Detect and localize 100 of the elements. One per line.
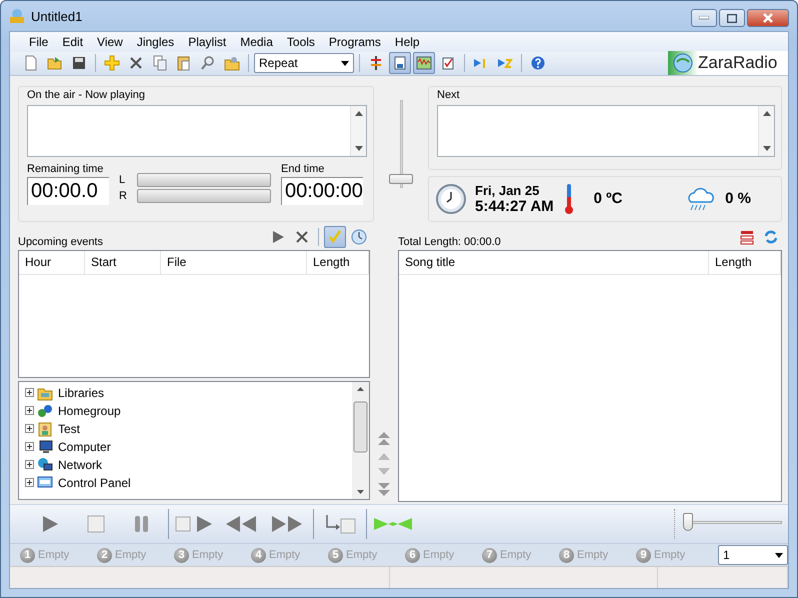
column-header[interactable]: Hour (19, 250, 85, 274)
column-header[interactable]: Length (307, 250, 369, 274)
new-document-icon (23, 55, 39, 72)
scroll-up-arrow-icon[interactable] (762, 110, 770, 116)
time-text: 5:44:27 AM (475, 198, 554, 215)
expander-icon[interactable] (25, 460, 34, 470)
help-icon (530, 55, 546, 72)
app-logo: ZaraRadio (668, 51, 788, 76)
field-label: End time (281, 162, 326, 175)
dropdown-caret-icon (341, 60, 349, 66)
panel-title: Next (437, 88, 461, 101)
enable-events-toggle[interactable] (324, 226, 346, 248)
menu-item[interactable]: Jingles (130, 34, 182, 49)
maximize-button[interactable] (719, 9, 745, 27)
volume-thumb[interactable] (683, 512, 693, 531)
menu-item[interactable]: Edit (55, 34, 90, 49)
close-icon (128, 55, 144, 72)
move-to-top-icon (376, 430, 392, 446)
clock-icon (435, 182, 467, 215)
menu-item[interactable]: Programs (322, 34, 388, 49)
stop-icon (86, 514, 106, 534)
fader-thumb[interactable] (389, 174, 413, 184)
dropdown-caret-icon (775, 552, 783, 558)
window-title: Untitled1 (31, 8, 82, 24)
menu-item[interactable]: Media (233, 34, 280, 49)
tree-item[interactable]: Network (25, 456, 352, 474)
computer-icon (37, 438, 53, 455)
scroll-up-arrow-icon[interactable] (354, 110, 362, 116)
minimize-icon (699, 16, 709, 20)
play-icon (40, 514, 60, 534)
search-icon (200, 55, 216, 72)
toolbar-button[interactable] (389, 52, 411, 74)
equalizer-icon (368, 55, 384, 72)
crossfade-icon (373, 516, 413, 532)
remaining-time-field: 00:00.0 (27, 176, 109, 205)
expander-icon[interactable] (25, 388, 34, 398)
waveform-icon (416, 55, 432, 72)
menu-item[interactable]: Help (388, 34, 427, 49)
expander-icon[interactable] (25, 478, 34, 488)
expander-icon[interactable] (25, 406, 34, 416)
close-button[interactable] (747, 9, 789, 27)
tree-item[interactable]: Control Panel (25, 474, 352, 492)
menu-item[interactable]: View (90, 34, 130, 49)
scrollbar[interactable] (350, 106, 366, 156)
checkmark-icon (327, 228, 343, 245)
maximize-icon (727, 14, 737, 22)
channel-label: L (119, 174, 126, 186)
plus-icon (104, 55, 120, 72)
total-length-text: Total Length: 00:00.0 (398, 236, 501, 248)
meter-icon (392, 55, 408, 72)
fast-forward-icon (270, 514, 304, 534)
end-time-field: 00:00:00 (281, 176, 363, 205)
column-header[interactable]: Song title (399, 250, 709, 274)
paste-icon (176, 55, 192, 72)
temperature-text: 0 ºC (594, 190, 622, 208)
tree-item[interactable]: Computer (25, 438, 352, 456)
jingle-page-dropdown[interactable]: 1 (718, 545, 788, 566)
scrollbar[interactable] (352, 382, 369, 499)
tree-item[interactable]: Homegroup (25, 402, 352, 420)
rewind-icon (224, 514, 258, 534)
close-icon (294, 228, 310, 245)
panel-title: On the air - Now playing (27, 88, 146, 101)
column-header[interactable]: Length (709, 250, 781, 274)
repeat-mode-dropdown[interactable]: Repeat (254, 53, 354, 74)
expander-icon[interactable] (25, 424, 34, 434)
fader-slider[interactable] (387, 100, 415, 188)
scrollbar[interactable] (758, 106, 774, 156)
menu-item[interactable]: Tools (280, 34, 322, 49)
field-label: Remaining time (27, 162, 104, 175)
scroll-down-arrow-icon[interactable] (354, 146, 362, 151)
tree-item[interactable]: Libraries (25, 384, 352, 402)
scroll-down-arrow-icon[interactable] (762, 146, 770, 151)
channel-label: R (119, 190, 128, 202)
toolbar-button[interactable] (413, 52, 435, 74)
open-folder-icon (47, 55, 63, 72)
copy-icon (152, 55, 168, 72)
save-icon (71, 55, 87, 72)
move-to-bottom-icon (376, 482, 392, 498)
network-nodes-icon (37, 402, 53, 419)
column-header[interactable]: Start (85, 250, 161, 274)
column-header[interactable]: File (161, 250, 307, 274)
menu-item[interactable]: Playlist (181, 34, 234, 49)
expander-icon[interactable] (25, 442, 34, 452)
refresh-icon (763, 228, 779, 245)
globe-computer-icon (37, 456, 53, 473)
rain-chance-text: 0 % (725, 190, 751, 208)
section-title: Upcoming events (18, 236, 103, 248)
clock-icon (351, 228, 367, 245)
date-text: Fri, Jan 25 (475, 182, 540, 198)
menu-item[interactable]: File (22, 34, 56, 49)
tree-item[interactable]: Test (25, 420, 352, 438)
minimize-button[interactable] (691, 9, 717, 27)
play-icon (270, 228, 286, 245)
close-icon (762, 13, 774, 23)
list-icon (739, 228, 755, 245)
checklist-icon (440, 55, 456, 72)
user-folder-icon (37, 420, 53, 437)
app-logo-icon (9, 8, 25, 24)
globe-logo-icon (672, 52, 694, 74)
folder-person-icon (224, 55, 240, 72)
